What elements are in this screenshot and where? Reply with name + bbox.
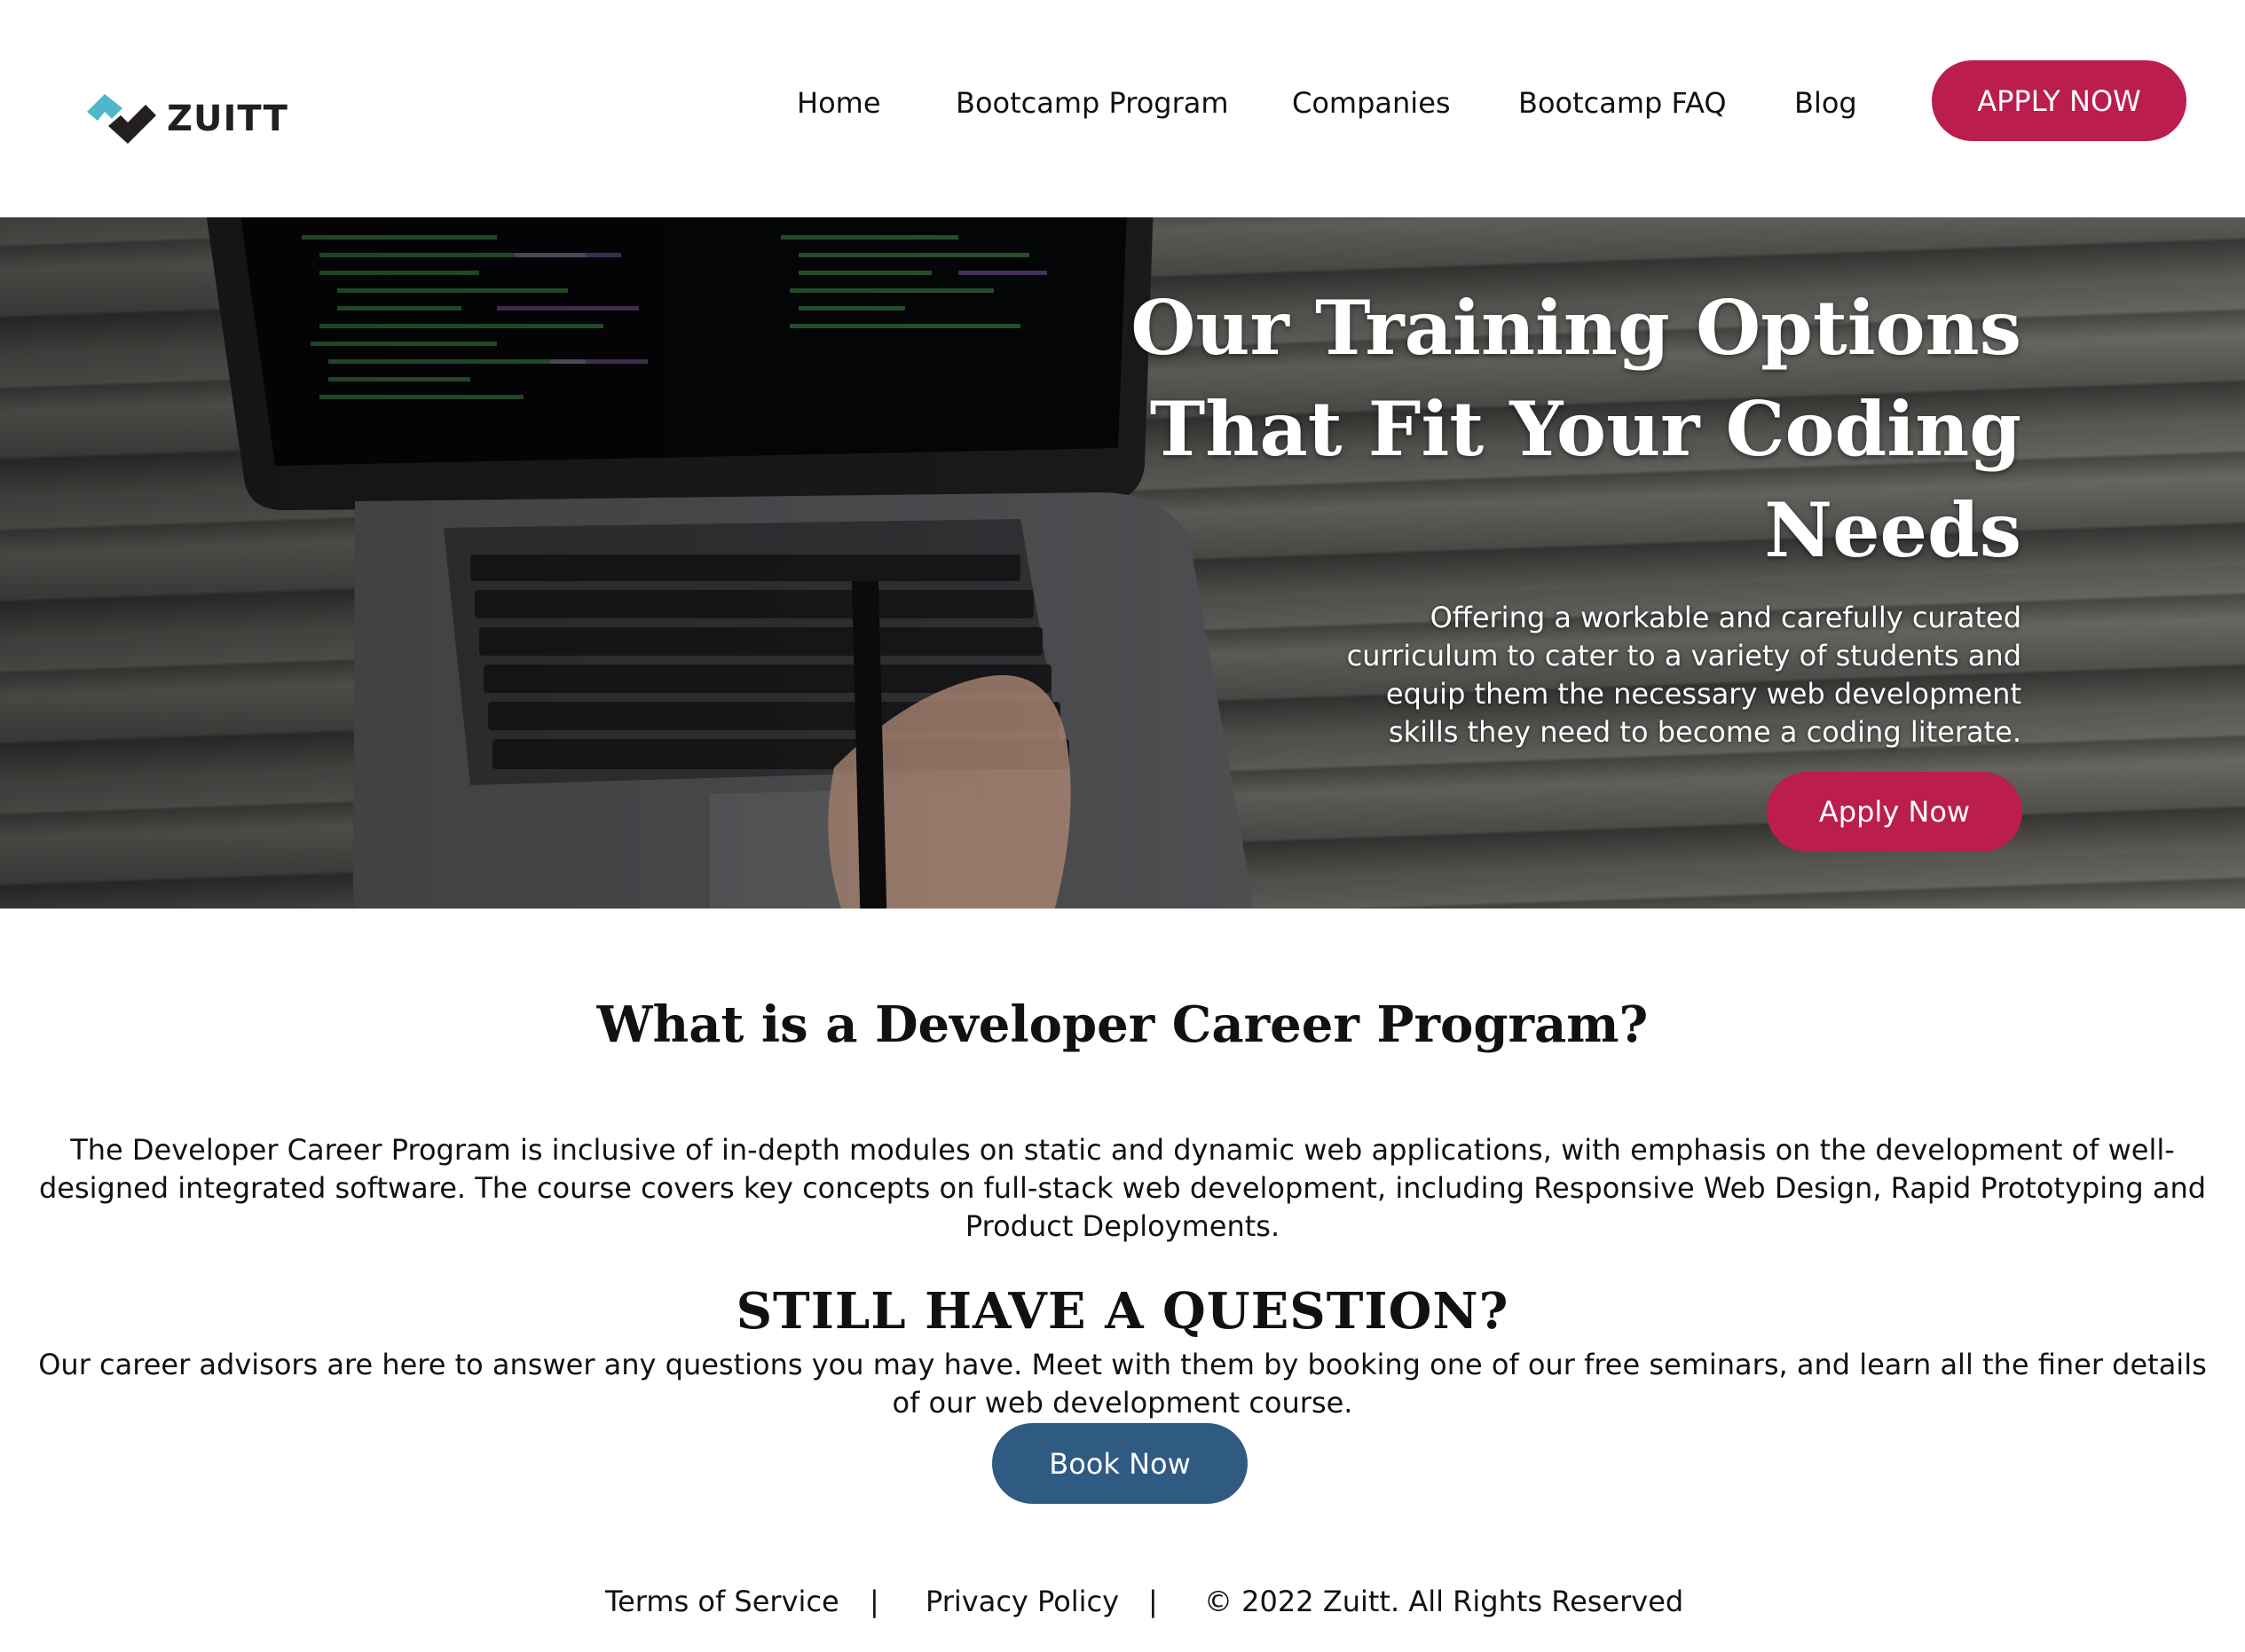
main-nav: Home Bootcamp Program Companies Bootcamp… — [0, 78, 2245, 128]
apply-now-hero-button[interactable]: Apply Now — [1767, 772, 2022, 852]
footer-separator: | — [1148, 1585, 1158, 1618]
page: ZUITT Home Bootcamp Program Companies Bo… — [0, 0, 2245, 1652]
book-now-button[interactable]: Book Now — [992, 1423, 1248, 1504]
nav-bootcamp-program[interactable]: Bootcamp Program — [956, 78, 1229, 128]
terms-of-service-link[interactable]: Terms of Service — [605, 1577, 839, 1626]
hero-banner: Our Training Options That Fit Your Codin… — [0, 217, 2245, 909]
navbar: ZUITT Home Bootcamp Program Companies Bo… — [0, 0, 2245, 217]
hero-title: Our Training Options That Fit Your Codin… — [1045, 278, 2021, 581]
privacy-policy-link[interactable]: Privacy Policy — [926, 1577, 1119, 1626]
hero-title-line-3: Needs — [1764, 486, 2021, 574]
copyright-text: © 2022 Zuitt. All Rights Reserved — [1204, 1585, 1684, 1618]
hero-title-line-2: That Fit Your Coding — [1149, 385, 2021, 473]
footer-separator: | — [870, 1585, 879, 1618]
program-title: What is a Developer Career Program? — [596, 995, 1649, 1054]
hero-title-line-1: Our Training Options — [1130, 284, 2021, 372]
hero-subtitle: Offering a workable and carefully curate… — [1346, 601, 2021, 749]
apply-now-nav-button[interactable]: APPLY NOW — [1932, 60, 2186, 141]
question-title: STILL HAVE A QUESTION? — [736, 1282, 1509, 1341]
nav-blog[interactable]: Blog — [1794, 78, 1857, 128]
program-description: The Developer Career Program is inclusiv… — [38, 1133, 2207, 1243]
nav-bootcamp-faq[interactable]: Bootcamp FAQ — [1518, 78, 1727, 128]
question-description: Our career advisors are here to answer a… — [38, 1348, 2207, 1420]
nav-home[interactable]: Home — [797, 78, 881, 128]
footer: Terms of Service | Privacy Policy | © 20… — [0, 1577, 2245, 1626]
nav-companies[interactable]: Companies — [1292, 78, 1451, 128]
